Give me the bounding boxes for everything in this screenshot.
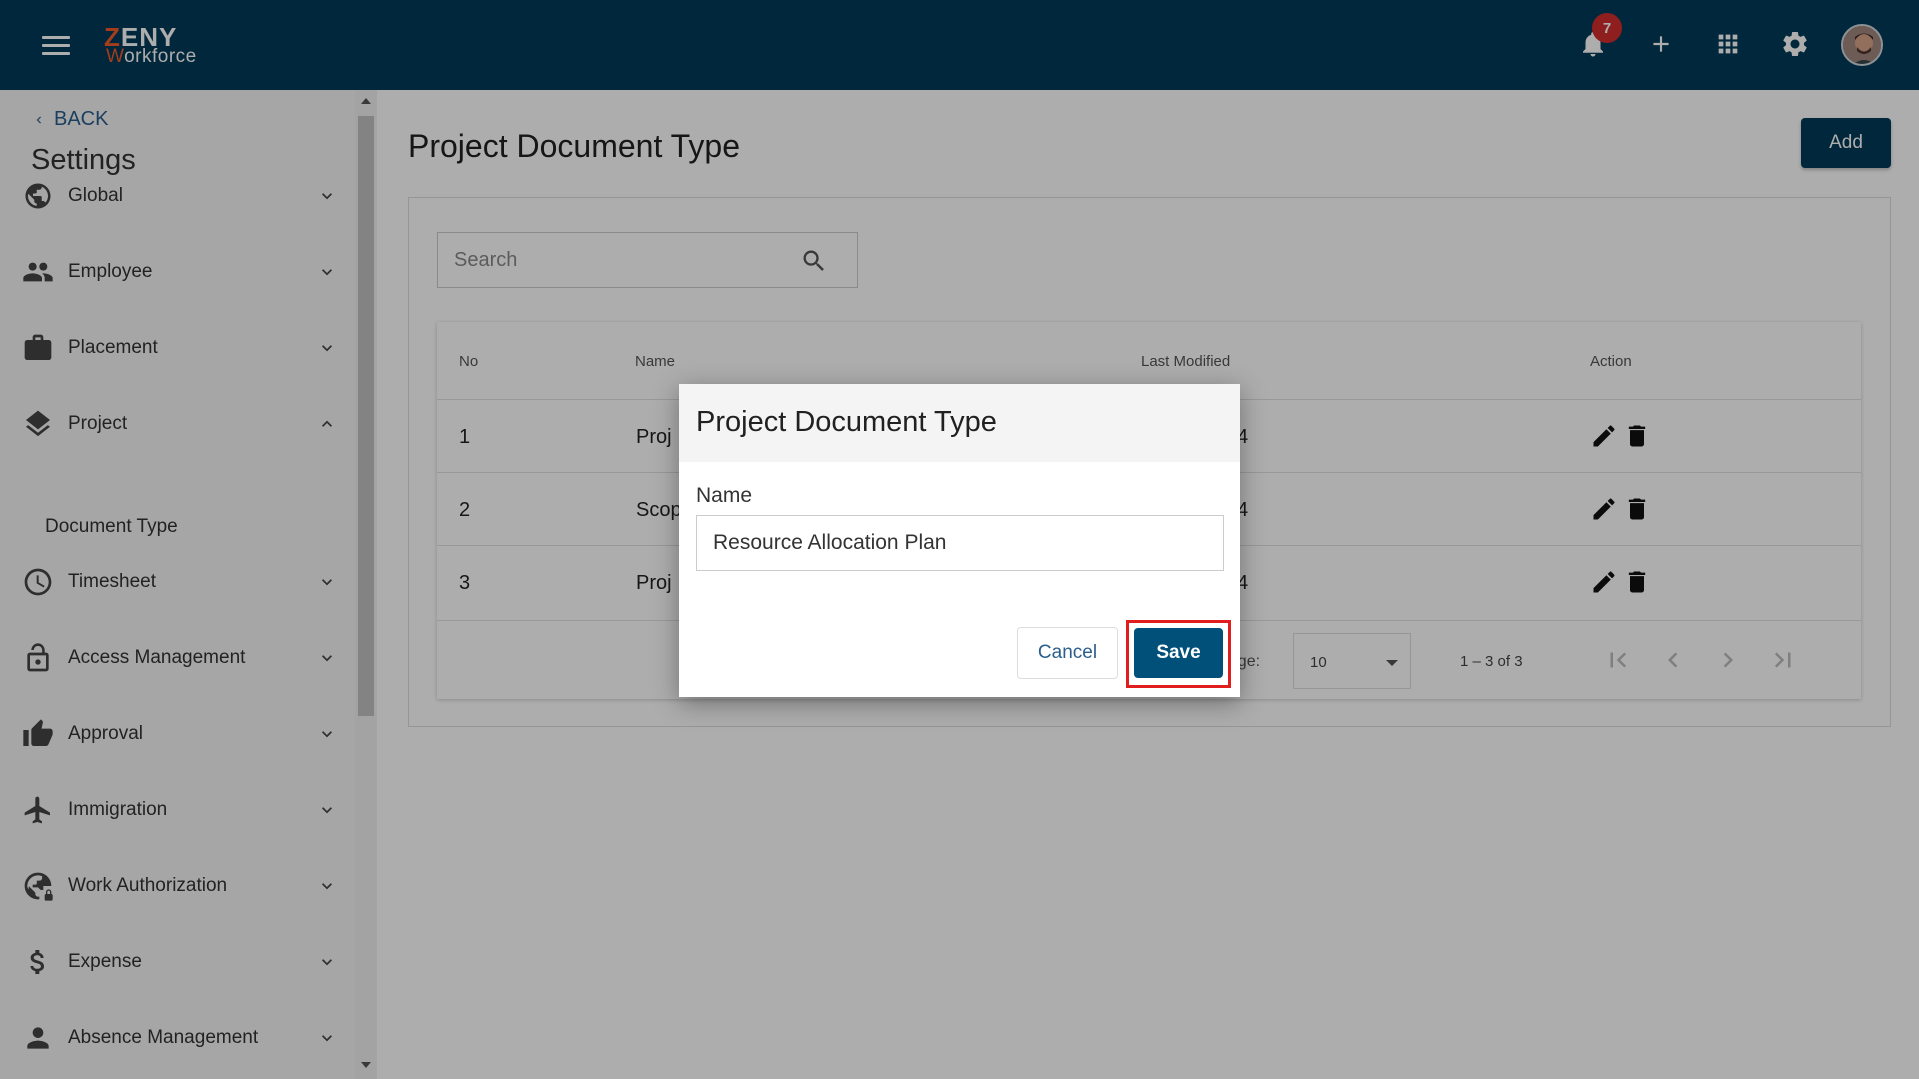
dialog-header: Project Document Type [679, 384, 1240, 462]
cancel-button[interactable]: Cancel [1017, 627, 1118, 679]
name-input[interactable] [696, 515, 1224, 571]
save-button-highlight [1126, 620, 1231, 688]
name-field-label: Name [696, 484, 753, 507]
dialog-title: Project Document Type [696, 406, 997, 438]
